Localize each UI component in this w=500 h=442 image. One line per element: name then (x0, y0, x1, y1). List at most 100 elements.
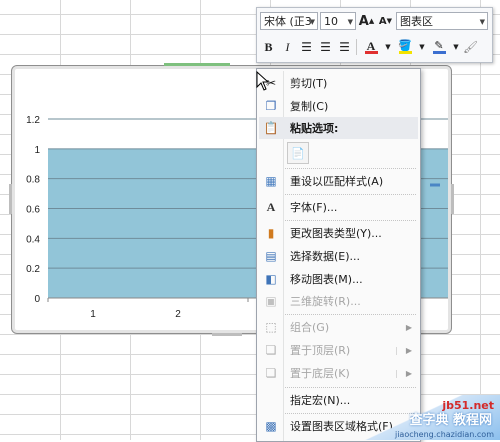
chevron-down-icon: ▼ (385, 43, 391, 51)
y-tick-label: 0.8 (26, 175, 40, 186)
pen-icon: ✎ (434, 38, 444, 52)
align-center-button[interactable]: ☰ (317, 38, 334, 56)
x-tick-label: 1 (90, 309, 96, 320)
move-chart-icon: ◧ (265, 272, 277, 286)
menu-item-copy[interactable]: ❐ 复制(C) (259, 95, 418, 117)
menu-item-font[interactable]: A 字体(F)... (259, 196, 418, 218)
format-painter-icon: 🖌 (462, 40, 479, 54)
chevron-down-icon: ▼ (419, 43, 425, 51)
bold-button[interactable]: B (260, 38, 277, 56)
outline-color-dropdown[interactable]: ▼ (452, 38, 460, 56)
menu-item-label: 更改图表类型(Y)... (290, 227, 382, 240)
align-center-icon: ☰ (320, 40, 331, 54)
paint-bucket-icon: 🪣 (398, 38, 412, 52)
align-left-button[interactable]: ☰ (298, 38, 315, 56)
menu-item-cut[interactable]: ✂ 剪切(T) (259, 72, 418, 94)
y-tick-label: 0.6 (26, 205, 40, 216)
mini-toolbar: 宋体 (正3 ▼ 10 ▼ A ▲ A ▼ 图表区 ▼ B I ☰ ☰ ☰ A ▼ … (256, 7, 493, 63)
menu-item-move-chart[interactable]: ◧ 移动图表(M)... (259, 268, 418, 290)
chevron-down-icon: ▼ (309, 18, 315, 26)
submenu-arrow-icon: ▶ (405, 322, 412, 332)
menu-item-label: 置于顶层(R) (290, 344, 351, 357)
font-color-icon: A (366, 38, 376, 53)
toolbar-divider (356, 39, 357, 55)
select-data-icon: ▤ (265, 249, 277, 263)
outline-color-button[interactable]: ✎ (428, 38, 450, 56)
font-icon: A (266, 199, 276, 214)
fill-color-dropdown[interactable]: ▼ (418, 38, 426, 56)
clipboard-icon: 📄 (291, 146, 305, 160)
shrink-font-button[interactable]: A ▼ (377, 12, 394, 30)
menu-item-label: 置于底层(K) (290, 367, 350, 380)
watermark-text: 查字典 教程网 (409, 413, 492, 428)
submenu-arrow-icon: ▶ (405, 345, 412, 355)
font-color-button[interactable]: A (360, 38, 382, 56)
paste-option-button[interactable]: 📄 (287, 142, 309, 164)
chart-resize-handle-top[interactable] (164, 63, 230, 66)
font-size-combo[interactable]: 10 ▼ (320, 12, 356, 30)
outline-color-swatch (432, 50, 446, 54)
menu-item-send-to-back[interactable]: ❏ 置于底层(K) | ▶ (259, 362, 418, 384)
chevron-down-icon: ▼ (347, 18, 353, 26)
grow-font-icon: A (358, 13, 369, 29)
chart-resize-handle-bottom[interactable] (212, 333, 242, 336)
menu-item-label: 选择数据(E)... (290, 250, 361, 263)
reset-style-icon: ▦ (265, 174, 277, 188)
menu-item-label: 指定宏(N)... (290, 394, 351, 407)
format-painter-button[interactable]: 🖌 (462, 38, 479, 56)
bar (48, 148, 248, 298)
align-left-icon: ☰ (301, 40, 312, 54)
font-name-combo[interactable]: 宋体 (正3 ▼ (260, 12, 318, 30)
format-chart-icon: ▩ (265, 419, 277, 433)
menu-item-select-data[interactable]: ▤ 选择数据(E)... (259, 245, 418, 267)
y-tick-label: 0.2 (26, 264, 40, 275)
menu-item-label: 三维旋转(R)... (290, 295, 361, 308)
menu-item-bring-to-front[interactable]: ❏ 置于顶层(R) | ▶ (259, 339, 418, 361)
group-icon: ⬚ (265, 320, 277, 334)
bring-front-icon: ❏ (265, 343, 277, 357)
y-tick-label: 1 (34, 145, 40, 156)
chart-element-value: 图表区 (400, 15, 433, 28)
font-name-value: 宋体 (正3 (264, 15, 312, 28)
font-size-value: 10 (324, 14, 338, 28)
menu-item-label: 重设以匹配样式(A) (290, 175, 384, 188)
mouse-cursor-icon (256, 71, 270, 91)
chart-type-icon: ▮ (267, 226, 275, 240)
watermark-url: jiaocheng.chazidian.com (394, 430, 494, 439)
column-divider (480, 0, 481, 440)
y-tick-label: 1.2 (26, 115, 40, 126)
context-menu: ✂ 剪切(T) ❐ 复制(C) 📋 粘贴选项: 📄 ▦ 重设以匹配样式(A) A… (256, 68, 421, 442)
menu-item-3d-rotation[interactable]: ▣ 三维旋转(R)... (259, 290, 418, 312)
shrink-font-icon: A (378, 15, 387, 27)
font-color-swatch (364, 50, 378, 54)
chart-element-combo[interactable]: 图表区 ▼ (396, 12, 488, 30)
y-tick-label: 0 (34, 294, 40, 305)
grow-font-button[interactable]: A ▲ (358, 12, 375, 30)
fill-color-swatch (398, 50, 412, 54)
paste-icon: 📋 (263, 121, 279, 135)
copy-icon: ❐ (265, 99, 277, 113)
align-right-button[interactable]: ☰ (336, 38, 353, 56)
menu-item-group[interactable]: ⬚ 组合(G) ▶ (259, 316, 418, 338)
submenu-arrow-icon: ▶ (405, 368, 412, 378)
rotate-3d-icon: ▣ (265, 294, 277, 308)
align-right-icon: ☰ (339, 40, 350, 54)
font-color-dropdown[interactable]: ▼ (384, 38, 392, 56)
menu-item-label: 粘贴选项: (290, 122, 339, 135)
menu-item-label: 组合(G) (290, 321, 330, 334)
chart-resize-handle-left[interactable] (9, 184, 12, 214)
italic-button[interactable]: I (279, 38, 296, 56)
menu-item-label: 剪切(T) (290, 77, 328, 90)
menu-item-label: 移动图表(M)... (290, 273, 363, 286)
chevron-down-icon: ▼ (453, 43, 459, 51)
split-divider: | (395, 368, 398, 378)
chart-resize-handle-right[interactable] (451, 184, 454, 214)
send-back-icon: ❏ (265, 366, 277, 380)
chevron-down-icon: ▼ (479, 18, 485, 26)
menu-item-label: 字体(F)... (290, 201, 338, 214)
menu-item-label: 复制(C) (290, 100, 329, 113)
menu-item-reset-style[interactable]: ▦ 重设以匹配样式(A) (259, 170, 418, 192)
menu-item-change-chart-type[interactable]: ▮ 更改图表类型(Y)... (259, 222, 418, 244)
y-tick-label: 0.4 (26, 234, 40, 245)
fill-color-button[interactable]: 🪣 (394, 38, 416, 56)
